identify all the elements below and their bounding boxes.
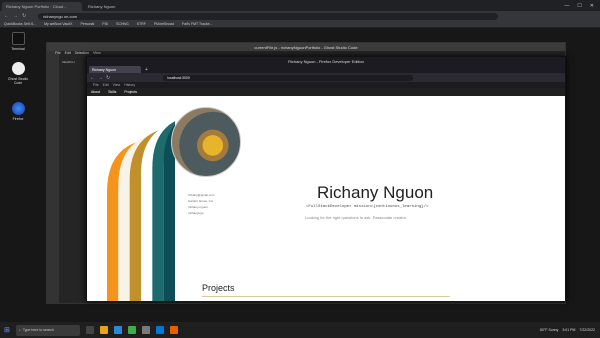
chrome-toolbar: ← → ↻ richanyngu on.com bbox=[0, 11, 600, 21]
firefox-tab-strip: Richany Nguon + bbox=[87, 65, 565, 73]
contact-github[interactable]: /richanyngu bbox=[188, 210, 214, 216]
bookmark-item[interactable]: Personal bbox=[80, 22, 94, 26]
close-icon[interactable]: ✕ bbox=[590, 3, 594, 9]
app-icon[interactable] bbox=[141, 326, 150, 334]
vscode-search-panel: SEARCH bbox=[62, 60, 75, 64]
reload-icon[interactable]: ↻ bbox=[22, 13, 26, 19]
firefox-window: Richany Nguon - Firefox Developer Editio… bbox=[86, 56, 566, 301]
vscode-title: currentFile.js - richanyNguonPortfolio -… bbox=[47, 43, 565, 51]
terminal-icon bbox=[11, 32, 25, 45]
contact-list: richany@gmail.com Garden Grove, CA /rich… bbox=[188, 192, 214, 216]
firefox-taskbar-icon[interactable] bbox=[169, 326, 178, 334]
task-view-icon[interactable] bbox=[85, 326, 94, 334]
nav-projects[interactable]: Projects bbox=[124, 90, 137, 94]
back-icon[interactable]: ← bbox=[90, 75, 95, 81]
back-icon[interactable]: ← bbox=[4, 13, 9, 19]
menu-item[interactable]: Edit bbox=[65, 51, 71, 55]
menu-item[interactable]: View bbox=[93, 51, 101, 55]
menu-item[interactable]: Selection bbox=[75, 51, 89, 55]
nav-skills[interactable]: Skills bbox=[108, 90, 116, 94]
bookmark-item[interactable]: QuickBooks Self-S... bbox=[4, 22, 36, 26]
taskbar-search[interactable]: ⌕ Type here to search bbox=[15, 324, 80, 336]
menu-item[interactable]: File bbox=[55, 51, 61, 55]
firefox-tab[interactable]: Richany Nguon bbox=[89, 66, 141, 73]
vscode-menu: File Edit Selection View bbox=[55, 51, 101, 55]
desktop-icon-label: Firefox bbox=[12, 117, 24, 121]
forward-icon[interactable]: → bbox=[13, 13, 18, 19]
menu-item[interactable]: History bbox=[124, 83, 135, 87]
menu-item[interactable]: View bbox=[113, 83, 121, 87]
nav-about[interactable]: About bbox=[91, 90, 100, 94]
bookmarks-bar: QuickBooks Self-S... My weBoot VaultX Pe… bbox=[0, 21, 600, 28]
portfolio-page: About Skills Projects Richany Nguon <Ful… bbox=[87, 88, 565, 301]
desktop-icon-firefox[interactable]: Firefox bbox=[6, 102, 30, 121]
bookmark-item[interactable]: PID bbox=[102, 22, 108, 26]
projects-divider bbox=[202, 296, 450, 297]
app-icon[interactable] bbox=[127, 326, 136, 334]
decorative-stripes bbox=[107, 121, 175, 301]
maximize-icon[interactable]: ☐ bbox=[577, 3, 581, 9]
reload-icon[interactable]: ↻ bbox=[106, 75, 110, 81]
menu-item[interactable]: File bbox=[93, 83, 99, 87]
file-explorer-icon[interactable] bbox=[99, 326, 108, 334]
firefox-title: Richany Nguon - Firefox Developer Editio… bbox=[87, 57, 565, 65]
firefox-address-bar[interactable]: localhost:3000 bbox=[163, 74, 414, 81]
taskbar: ⊞ ⌕ Type here to search 80°F Sunny 3:01 … bbox=[0, 322, 600, 338]
minimize-icon[interactable]: — bbox=[564, 3, 569, 9]
avatar bbox=[171, 107, 241, 177]
vscode-taskbar-icon[interactable] bbox=[155, 326, 164, 334]
bookmark-item[interactable]: STRF bbox=[137, 22, 146, 26]
projects-heading: Projects bbox=[202, 283, 235, 293]
chrome-tab-richany[interactable]: Richany Nguon bbox=[84, 2, 164, 11]
edge-icon[interactable] bbox=[113, 326, 122, 334]
clock-date[interactable]: 7/22/2022 bbox=[579, 328, 595, 332]
desktop-icon-vscode[interactable]: Ghost Studio Code bbox=[6, 62, 30, 85]
new-tab-icon[interactable]: + bbox=[145, 67, 148, 73]
chrome-tab-strip: Richany Nguon Portfolio · Cloud... Richa… bbox=[0, 0, 600, 11]
weather-text[interactable]: 80°F Sunny bbox=[540, 328, 558, 332]
firefox-toolbar: ← → ↻ localhost:3000 bbox=[87, 73, 565, 82]
system-tray: 80°F Sunny 3:01 PM 7/22/2022 bbox=[540, 328, 600, 332]
tagline-quote: Looking for the right questions to ask. … bbox=[305, 215, 407, 220]
taskbar-search-placeholder: Type here to search bbox=[22, 328, 54, 332]
bookmark-item[interactable]: Fall's FMT Tracke... bbox=[182, 22, 213, 26]
start-icon[interactable]: ⊞ bbox=[4, 326, 10, 334]
forward-icon[interactable]: → bbox=[98, 75, 103, 81]
bookmark-item[interactable]: FMoreSncad bbox=[154, 22, 174, 26]
clock-time[interactable]: 3:01 PM bbox=[562, 328, 575, 332]
site-nav: About Skills Projects bbox=[87, 88, 565, 96]
page-title: Richany Nguon bbox=[317, 183, 434, 202]
desktop-icon-label: Terminal bbox=[11, 47, 25, 51]
search-icon: ⌕ bbox=[18, 328, 21, 332]
chrome-address-bar[interactable]: richanyngu on.com bbox=[38, 12, 499, 20]
ghost-icon bbox=[11, 62, 25, 75]
bookmark-item[interactable]: SCHNG bbox=[116, 22, 129, 26]
desktop-icon-terminal[interactable]: Terminal bbox=[6, 32, 30, 51]
tagline: <FullStackDeveloper mission={continuous_… bbox=[306, 205, 429, 209]
desktop-icon-label: Ghost Studio Code bbox=[7, 77, 29, 85]
firefox-icon bbox=[11, 102, 25, 115]
menu-item[interactable]: Edit bbox=[103, 83, 109, 87]
window-controls: — ☐ ✕ bbox=[564, 0, 600, 11]
bookmark-item[interactable]: My weBoot VaultX bbox=[44, 22, 72, 26]
chrome-tab-portfolio[interactable]: Richany Nguon Portfolio · Cloud... bbox=[2, 2, 82, 11]
vscode-activity-bar bbox=[47, 51, 59, 304]
